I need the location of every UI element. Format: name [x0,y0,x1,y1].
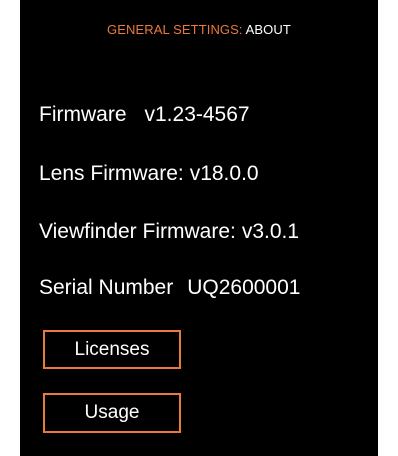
serial-number-value: UQ2600001 [187,276,301,299]
viewfinder-firmware-value: v3.0.1 [241,220,300,243]
firmware-value: v1.23-4567 [144,103,250,126]
page-title: GENERAL SETTINGS: ABOUT [20,22,378,37]
viewfinder-firmware-row: Viewfinder Firmware: v3.0.1 [39,220,299,244]
serial-number-row: Serial Number UQ2600001 [39,276,300,300]
usage-button[interactable]: Usage [43,393,181,433]
serial-number-label: Serial Number [39,276,174,299]
firmware-label: Firmware [39,103,127,126]
lens-firmware-row: Lens Firmware: v18.0.0 [39,162,259,186]
section-title: GENERAL SETTINGS: [107,22,243,37]
about-screen: GENERAL SETTINGS: ABOUT Firmware v1.23-45… [20,0,378,456]
lens-firmware-value: v18.0.0 [189,162,259,185]
viewfinder-firmware-label: Viewfinder Firmware: [39,220,236,243]
licenses-button[interactable]: Licenses [43,330,181,369]
lens-firmware-label: Lens Firmware: [39,162,184,185]
page-name: ABOUT [245,22,291,37]
firmware-row: Firmware v1.23-4567 [39,103,250,127]
